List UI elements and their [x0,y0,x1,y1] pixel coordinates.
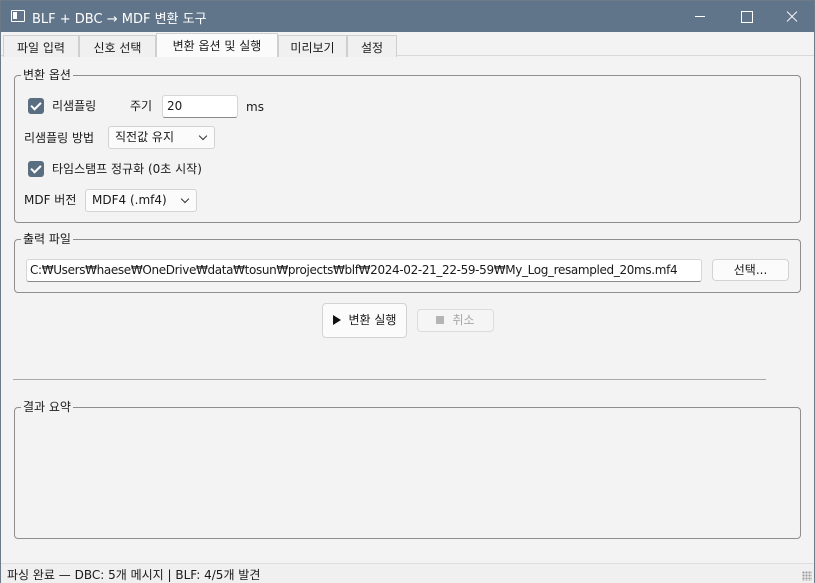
close-button[interactable] [769,1,815,32]
result-summary-title: 결과 요약 [21,399,73,415]
resampling-checkbox[interactable] [28,98,44,114]
conversion-options-title: 변환 옵션 [21,67,73,83]
timestamp-normalize-checkbox[interactable] [28,161,44,177]
output-file-title: 출력 파일 [21,231,73,247]
mdf-version-label: MDF 버전 [24,193,77,207]
resampling-method-select[interactable]: 직전값 유지 [108,126,215,149]
mdf-version-value: MDF4 (.mf4) [92,193,167,207]
resize-grip-icon[interactable] [802,571,812,581]
app-icon [11,10,25,22]
tab-file-input[interactable]: 파일 입력 [3,35,79,57]
period-input[interactable]: 20 [162,95,238,118]
title-bar[interactable]: BLF + DBC → MDF 변환 도구 [1,1,814,32]
resampling-method-value: 직전값 유지 [115,130,175,144]
window-title: BLF + DBC → MDF 변환 도구 [32,12,207,27]
maximize-button[interactable] [723,1,769,32]
tab-conversion-options[interactable]: 변환 옵션 및 실행 [156,33,278,57]
period-label: 주기 [130,99,153,113]
result-summary-content [23,420,792,530]
cancel-button[interactable]: 취소 [417,309,494,332]
resampling-method-label: 리샘플링 방법 [24,131,95,145]
play-icon [332,315,341,325]
timestamp-normalize-label: 타임스탬프 정규화 (0초 시작) [52,162,202,176]
run-conversion-label: 변환 실행 [348,313,397,327]
app-window: BLF + DBC → MDF 변환 도구 파일 입력 신호 선택 변환 옵션 … [0,0,815,583]
minimize-button[interactable] [677,1,723,32]
tab-signal-select[interactable]: 신호 선택 [79,35,156,57]
tab-settings[interactable]: 설정 [347,35,397,57]
tab-preview[interactable]: 미리보기 [278,35,347,57]
status-text: 파싱 완료 — DBC: 5개 메시지 | BLF: 4/5개 발견 [7,568,261,582]
browse-button[interactable]: 선택... [712,259,789,281]
tab-bar: 파일 입력 신호 선택 변환 옵션 및 실행 미리보기 설정 [1,32,814,57]
period-unit: ms [246,100,264,114]
status-bar: 파싱 완료 — DBC: 5개 메시지 | BLF: 4/5개 발견 [1,563,814,583]
cancel-label: 취소 [452,313,475,327]
separator [13,379,766,380]
resampling-label: 리샘플링 [52,99,97,113]
result-summary-group: 결과 요약 [14,399,801,539]
run-conversion-button[interactable]: 변환 실행 [322,303,407,338]
mdf-version-select[interactable]: MDF4 (.mf4) [85,189,197,212]
stop-icon [436,316,445,324]
chevron-down-icon [198,131,208,141]
chevron-down-icon [180,194,190,204]
output-path-input[interactable]: C:₩Users₩haese₩OneDrive₩data₩tosun₩proje… [26,259,702,282]
